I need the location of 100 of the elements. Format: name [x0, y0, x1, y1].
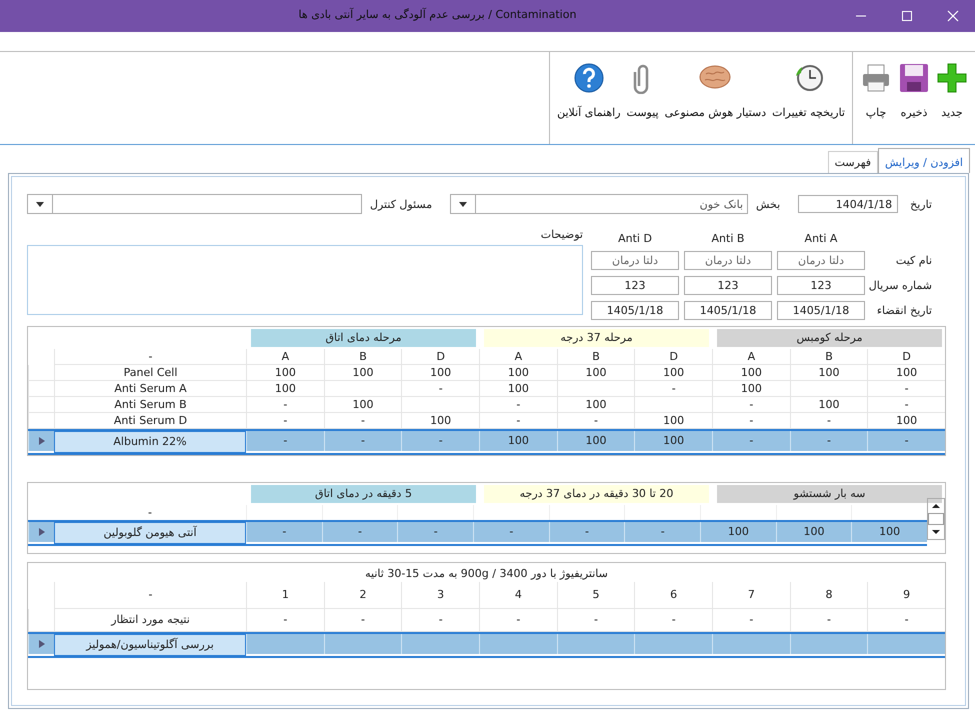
input-field[interactable]: 123 [684, 276, 772, 295]
close-icon[interactable] [947, 10, 959, 22]
table-cell: - [867, 609, 945, 632]
table-cell: 100 [790, 365, 868, 381]
table-cell: - [246, 609, 324, 632]
toolbar-button[interactable]: چاپ [857, 52, 895, 144]
group-header: 20 تا 30 دقیقه در دمای 37 درجه [484, 485, 709, 503]
table-cell: - [867, 431, 945, 451]
row-name-cell[interactable]: بررسی آگلوتیناسیون/همولیز [54, 634, 246, 656]
table-cell: - [322, 522, 398, 542]
date-field[interactable]: 1404/1/18 [798, 195, 898, 213]
dropdown-arrow-icon [459, 202, 468, 206]
tab[interactable]: افزودن / ویرایش [878, 148, 970, 173]
group-header: مرحله دمای اتاق [251, 329, 476, 347]
input-field[interactable]: دلتا درمان [591, 251, 679, 270]
table-cell: 100 [867, 365, 945, 381]
toolbar-button[interactable]: تاریخچه تغییرات [769, 52, 848, 144]
input-field[interactable]: 123 [777, 276, 865, 295]
dropdown-arrow-icon [36, 202, 44, 206]
field-label: توضیحات [540, 228, 583, 241]
row-indicator[interactable] [28, 634, 54, 654]
row-name-cell[interactable]: Anti Serum D [54, 413, 246, 429]
table-cell: 100 [401, 365, 480, 381]
maximize-icon[interactable] [901, 10, 913, 22]
table-caption: سانتریفیوژ با دور 3400 / 900g به مدت 15-30 ثانیه [364, 566, 609, 582]
toolbar-button[interactable]: دستیار هوش مصنوعی [662, 52, 770, 144]
table-cell: 100 [246, 365, 324, 381]
input-field[interactable]: 1405/1/18 [684, 301, 772, 320]
column-header: A [479, 349, 557, 365]
table-cell: - [479, 609, 557, 632]
column-header: D [867, 349, 945, 365]
row-name-cell[interactable]: Panel Cell [54, 365, 246, 381]
table-cell: 100 [479, 365, 557, 381]
table-cell: 100 [776, 522, 852, 542]
notes-field[interactable] [27, 245, 583, 315]
input-field[interactable]: دلتا درمان [684, 251, 772, 270]
table-cell: - [246, 522, 322, 542]
table-cell: - [790, 431, 868, 451]
field-label: شماره سریال [870, 279, 932, 292]
table-cell: 100 [324, 365, 402, 381]
row-pointer-icon [38, 640, 45, 648]
field-label: بخش [756, 198, 780, 210]
column-header: - [54, 582, 246, 609]
table-cell: - [324, 609, 402, 632]
table-cell: - [324, 413, 402, 429]
table-cell: 100 [790, 397, 868, 413]
input-field[interactable]: دلتا درمان [777, 251, 865, 270]
table-cell: 100 [556, 365, 634, 381]
table-cell: - [790, 609, 868, 632]
column-header: B [324, 349, 402, 365]
table-cell: - [473, 522, 549, 542]
input-field[interactable]: 1405/1/18 [591, 301, 679, 320]
table-cell: - [479, 397, 557, 413]
group-header: مرحله کومبس [717, 329, 942, 347]
table-cell: - [397, 522, 474, 542]
row-indicator[interactable] [28, 522, 54, 542]
column-header: - [54, 349, 246, 365]
row-name-cell[interactable]: آنتی هیومن گلوبولین [54, 522, 246, 544]
help-icon [572, 62, 605, 94]
column-header: Anti A [804, 232, 838, 245]
column-header: Anti D [617, 232, 653, 245]
row-name-cell[interactable]: Albumin 22% [54, 431, 246, 453]
row-name-cell[interactable]: Anti Serum A [54, 381, 246, 397]
table-cell: - [324, 431, 402, 451]
table-cell: 100 [634, 365, 712, 381]
input-field[interactable]: 123 [591, 276, 679, 295]
group-header: مرحله 37 درجه [484, 329, 709, 347]
input-field[interactable]: 1405/1/18 [777, 301, 865, 320]
table-cell: 100 [324, 397, 402, 413]
table-cell: 100 [712, 365, 790, 381]
toolbar-button[interactable]: جدید [933, 52, 971, 144]
table-cell: 100 [700, 522, 776, 542]
table-cell: - [246, 431, 324, 451]
table-cell: - [867, 397, 945, 413]
scrollbar[interactable] [927, 498, 945, 540]
field-label: مسئول کنترل [370, 198, 432, 210]
toolbar-button[interactable]: ذخیره [895, 52, 933, 144]
column-header: 9 [867, 582, 945, 609]
table-cell: - [712, 431, 790, 451]
table-cell: - [634, 381, 712, 397]
table-cell: 100 [556, 431, 634, 451]
row-name-cell[interactable]: Anti Serum B [54, 397, 246, 413]
table-cell: 100 [712, 381, 790, 397]
table-cell: - [479, 413, 557, 429]
table-cell: - [712, 397, 790, 413]
toolbar-button[interactable]: پیوست [624, 52, 662, 144]
column-header: D [401, 349, 480, 365]
row-name-cell[interactable]: نتیجه مورد انتظار [54, 609, 246, 632]
row-indicator[interactable] [28, 431, 54, 451]
table-cell: - [556, 609, 634, 632]
column-header: B [556, 349, 634, 365]
toolbar-button[interactable]: راهنمای آنلاین [554, 52, 624, 144]
field-label: نام کیت [894, 254, 932, 267]
table-cell: - [712, 413, 790, 429]
table-cell: - [246, 413, 324, 429]
save-icon [898, 62, 930, 94]
section-dropdown[interactable]: بانک خون [450, 194, 748, 214]
column-header: 7 [712, 582, 790, 609]
tab[interactable]: فهرست [828, 151, 878, 173]
column-header: B [790, 349, 868, 365]
